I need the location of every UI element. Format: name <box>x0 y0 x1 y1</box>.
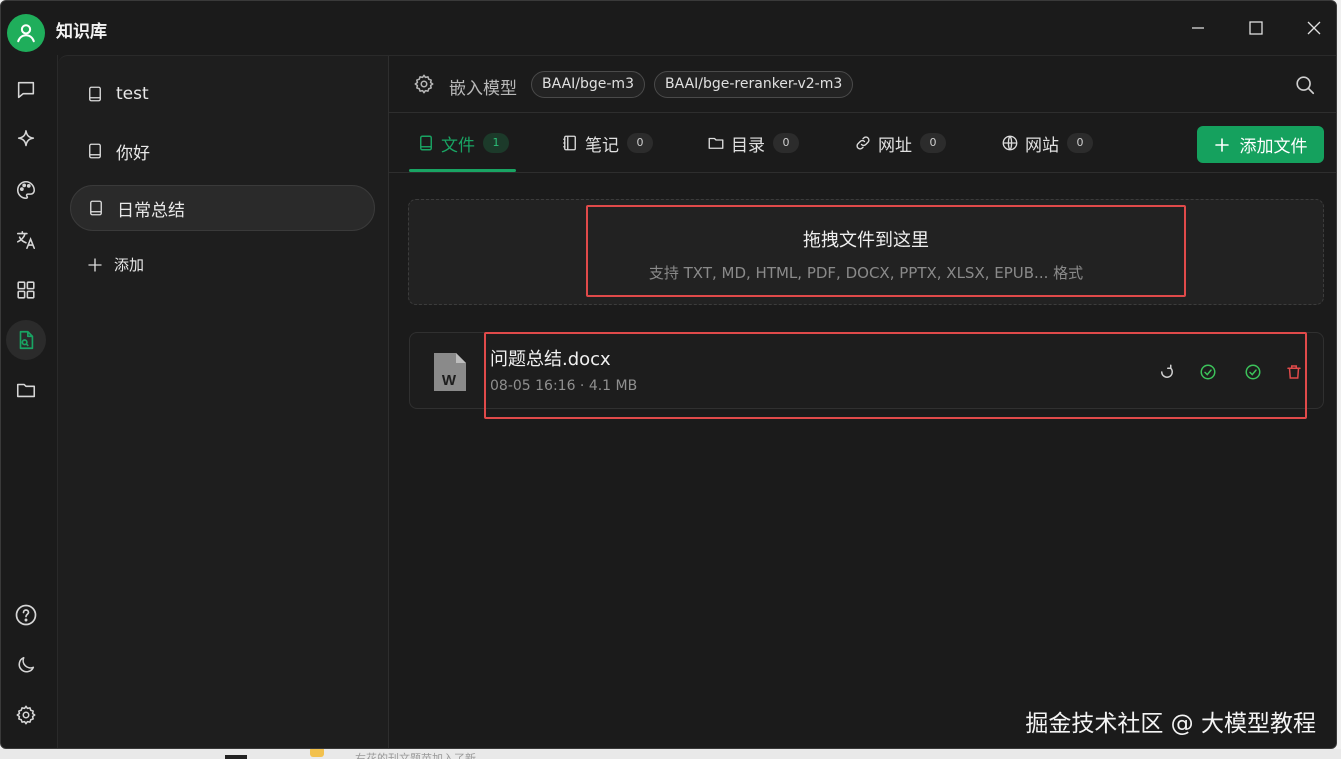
user-icon <box>17 24 35 43</box>
content-tabs: 文件 1 笔记 0 目录 0 网址 0 网站 0 添加文件 <box>389 113 1336 173</box>
plus-icon <box>1214 137 1230 153</box>
tab-count: 0 <box>773 133 799 153</box>
rail-theme[interactable] <box>6 645 46 685</box>
knowledge-base-icon <box>19 330 34 350</box>
tab-label: 目录 <box>731 135 765 156</box>
model-settings-button[interactable] <box>413 73 435 99</box>
minimize-button[interactable] <box>1181 13 1215 43</box>
gear-icon <box>414 74 434 94</box>
palette-icon <box>17 180 36 200</box>
tab-count: 0 <box>920 133 946 153</box>
tab-notes[interactable]: 笔记 0 <box>561 113 653 173</box>
model-settings-row: 嵌入模型 BAAI/bge-m3 BAAI/bge-reranker-v2-m3 <box>389 56 1336 113</box>
background-text: 右花的刊文题苗加入了新... <box>355 752 487 759</box>
app-title: 知识库 <box>56 22 107 42</box>
rail-files[interactable] <box>6 370 46 410</box>
rail-chat[interactable] <box>6 70 46 110</box>
folder-icon <box>16 383 36 398</box>
embedding-model-badge: BAAI/bge-m3 <box>531 71 645 98</box>
kb-item-label: 日常总结 <box>117 200 185 221</box>
rail-assistant[interactable] <box>6 120 46 160</box>
help-icon <box>15 604 37 626</box>
rail-settings[interactable] <box>6 695 46 735</box>
add-knowledge-base-button[interactable]: 添加 <box>86 254 144 275</box>
annotation-highlight-box <box>484 332 1307 419</box>
tab-label: 网址 <box>878 135 912 156</box>
globe-icon <box>1001 134 1019 152</box>
rail-help[interactable] <box>6 595 46 635</box>
add-file-button[interactable]: 添加文件 <box>1197 126 1324 163</box>
app-window: 知识库 test 你好 日常总结 添加 嵌入模型 BAAI/bge-m3 BAA… <box>0 0 1337 749</box>
embedding-model-label: 嵌入模型 <box>449 79 517 99</box>
chat-icon <box>17 81 35 99</box>
book-icon <box>87 199 105 217</box>
watermark: 掘金技术社区 @ 大模型教程 <box>1025 711 1316 737</box>
rail-apps[interactable] <box>6 270 46 310</box>
tab-count: 0 <box>627 133 653 153</box>
maximize-button[interactable] <box>1239 13 1273 43</box>
tab-files[interactable]: 文件 1 <box>417 113 509 173</box>
kb-item-label: test <box>116 84 149 104</box>
title-bar: 知识库 <box>1 1 1336 55</box>
tab-count: 1 <box>483 133 509 153</box>
icon-rail <box>1 55 58 748</box>
add-label: 添加 <box>114 256 145 274</box>
close-icon <box>1307 21 1321 35</box>
kb-item-label: 你好 <box>116 143 150 164</box>
main-panel: 嵌入模型 BAAI/bge-m3 BAAI/bge-reranker-v2-m3… <box>389 55 1336 748</box>
rail-translate[interactable] <box>6 220 46 260</box>
plus-icon <box>86 256 104 274</box>
file-type-glyph: W <box>442 372 457 389</box>
close-button[interactable] <box>1297 13 1331 43</box>
tab-label: 网站 <box>1025 135 1059 156</box>
background-window: 右花的刊文题苗加入了新... <box>0 747 1341 759</box>
kb-item-daily-summary[interactable]: 日常总结 <box>70 185 375 231</box>
search-icon <box>1296 76 1315 95</box>
reranker-model-badge: BAAI/bge-reranker-v2-m3 <box>654 71 854 98</box>
link-icon <box>854 134 872 152</box>
tab-count: 0 <box>1067 133 1093 153</box>
user-avatar[interactable] <box>7 14 45 52</box>
background-shape <box>225 755 247 759</box>
notebook-icon <box>561 134 579 152</box>
sparkle-icon <box>17 130 35 147</box>
rail-knowledge-base[interactable] <box>6 320 46 360</box>
translate-icon <box>16 230 36 250</box>
folder-icon <box>707 134 725 152</box>
add-file-label: 添加文件 <box>1239 137 1308 157</box>
tab-label: 文件 <box>441 135 475 156</box>
minimize-icon <box>1192 27 1204 29</box>
tab-websites[interactable]: 网站 0 <box>1001 113 1093 173</box>
tab-urls[interactable]: 网址 0 <box>854 113 946 173</box>
book-icon <box>86 142 104 160</box>
apps-grid-icon <box>17 281 35 299</box>
document-icon <box>417 134 435 152</box>
knowledge-base-list: test 你好 日常总结 添加 <box>58 55 389 748</box>
settings-icon <box>16 705 36 725</box>
moon-icon <box>18 656 35 673</box>
book-icon <box>86 85 104 103</box>
search-button[interactable] <box>1294 74 1316 100</box>
rail-paint[interactable] <box>6 170 46 210</box>
maximize-icon <box>1249 21 1263 35</box>
tab-label: 笔记 <box>585 135 619 156</box>
annotation-highlight-box <box>586 205 1186 297</box>
kb-item-test[interactable]: test <box>70 71 375 117</box>
kb-item-nihao[interactable]: 你好 <box>70 128 375 174</box>
tab-directory[interactable]: 目录 0 <box>707 113 799 173</box>
active-tab-indicator <box>409 169 516 172</box>
word-file-icon: W <box>432 351 468 397</box>
